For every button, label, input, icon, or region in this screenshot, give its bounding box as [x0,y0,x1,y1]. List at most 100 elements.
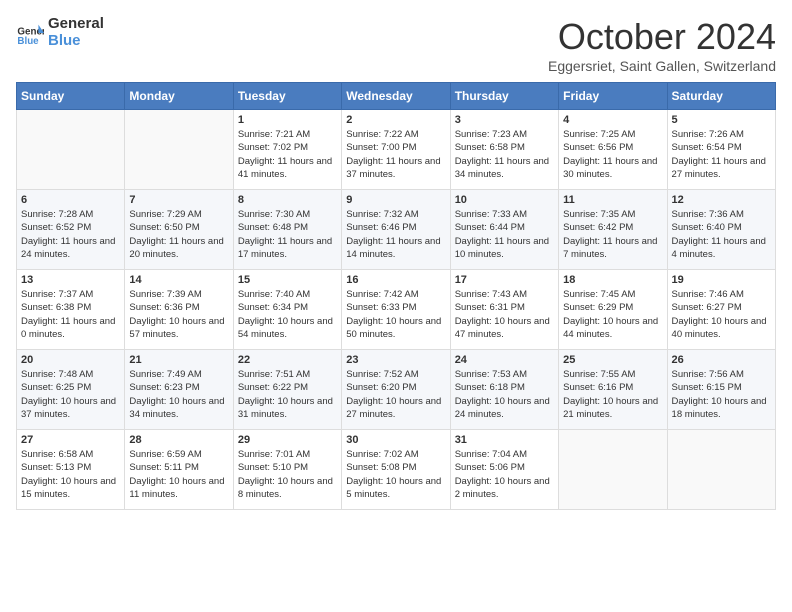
calendar-cell [17,110,125,190]
day-number: 30 [346,434,445,446]
day-info: Sunrise: 7:53 AMSunset: 6:18 PMDaylight:… [455,368,554,421]
weekday-header-sunday: Sunday [17,83,125,110]
day-number: 11 [563,194,662,206]
calendar-cell: 22 Sunrise: 7:51 AMSunset: 6:22 PMDayligh… [233,350,341,430]
svg-text:Blue: Blue [17,36,39,47]
day-info: Sunrise: 7:29 AMSunset: 6:50 PMDaylight:… [129,208,228,261]
day-info: Sunrise: 7:39 AMSunset: 6:36 PMDaylight:… [129,288,228,341]
calendar-cell: 7Sunrise: 7:29 AMSunset: 6:50 PMDaylight… [125,190,233,270]
calendar-cell: 4 Sunrise: 7:25 AMSunset: 6:56 PMDaylight… [559,110,667,190]
day-info: Sunrise: 7:02 AMSunset: 5:08 PMDaylight:… [346,448,445,501]
calendar-cell: 18Sunrise: 7:45 AMSunset: 6:29 PMDayligh… [559,270,667,350]
calendar-cell: 16Sunrise: 7:42 AMSunset: 6:33 PMDayligh… [342,270,450,350]
day-info: Sunrise: 7:52 AMSunset: 6:20 PMDaylight:… [346,368,445,421]
day-number: 22 [238,354,337,366]
day-info: Sunrise: 7:04 AMSunset: 5:06 PMDaylight:… [455,448,554,501]
calendar-cell: 10 Sunrise: 7:33 AMSunset: 6:44 PMDayligh… [450,190,558,270]
weekday-header-wednesday: Wednesday [342,83,450,110]
weekday-header-tuesday: Tuesday [233,83,341,110]
day-number: 24 [455,354,554,366]
day-number: 25 [563,354,662,366]
day-info: Sunrise: 7:21 AMSunset: 7:02 PMDaylight:… [238,128,337,181]
day-info: Sunrise: 7:43 AMSunset: 6:31 PMDaylight:… [455,288,554,341]
day-info: Sunrise: 7:56 AMSunset: 6:15 PMDaylight:… [672,368,771,421]
day-number: 4 [563,114,662,126]
weekday-header-saturday: Saturday [667,83,775,110]
calendar-cell [125,110,233,190]
day-info: Sunrise: 7:25 AMSunset: 6:56 PMDaylight:… [563,128,662,181]
calendar-header-row: SundayMondayTuesdayWednesdayThursdayFrid… [17,83,776,110]
day-info: Sunrise: 7:28 AMSunset: 6:52 PMDaylight:… [21,208,120,261]
calendar-cell: 2Sunrise: 7:22 AMSunset: 7:00 PMDaylight… [342,110,450,190]
calendar-cell: 11 Sunrise: 7:35 AMSunset: 6:42 PMDayligh… [559,190,667,270]
day-info: Sunrise: 7:46 AMSunset: 6:27 PMDaylight:… [672,288,771,341]
day-info: Sunrise: 7:49 AMSunset: 6:23 PMDaylight:… [129,368,228,421]
month-title: October 2024 [548,16,776,58]
calendar-cell: 30 Sunrise: 7:02 AMSunset: 5:08 PMDayligh… [342,430,450,510]
day-number: 14 [129,274,228,286]
day-info: Sunrise: 7:51 AMSunset: 6:22 PMDaylight:… [238,368,337,421]
calendar-cell: 31 Sunrise: 7:04 AMSunset: 5:06 PMDayligh… [450,430,558,510]
day-info: Sunrise: 7:32 AMSunset: 6:46 PMDaylight:… [346,208,445,261]
day-info: Sunrise: 6:59 AMSunset: 5:11 PMDaylight:… [129,448,228,501]
calendar-cell: 17 Sunrise: 7:43 AMSunset: 6:31 PMDayligh… [450,270,558,350]
day-info: Sunrise: 7:55 AMSunset: 6:16 PMDaylight:… [563,368,662,421]
logo-blue: Blue [48,33,104,50]
day-number: 23 [346,354,445,366]
day-info: Sunrise: 7:40 AMSunset: 6:34 PMDaylight:… [238,288,337,341]
calendar-cell: 29Sunrise: 7:01 AMSunset: 5:10 PMDayligh… [233,430,341,510]
calendar-cell: 13Sunrise: 7:37 AMSunset: 6:38 PMDayligh… [17,270,125,350]
calendar-week-5: 27 Sunrise: 6:58 AMSunset: 5:13 PMDayligh… [17,430,776,510]
day-info: Sunrise: 7:35 AMSunset: 6:42 PMDaylight:… [563,208,662,261]
calendar-cell: 12Sunrise: 7:36 AMSunset: 6:40 PMDayligh… [667,190,775,270]
calendar-cell: 24 Sunrise: 7:53 AMSunset: 6:18 PMDayligh… [450,350,558,430]
calendar-cell: 3 Sunrise: 7:23 AMSunset: 6:58 PMDaylight… [450,110,558,190]
day-info: Sunrise: 7:01 AMSunset: 5:10 PMDaylight:… [238,448,337,501]
day-number: 31 [455,434,554,446]
calendar-cell: 20 Sunrise: 7:48 AMSunset: 6:25 PMDayligh… [17,350,125,430]
day-info: Sunrise: 7:48 AMSunset: 6:25 PMDaylight:… [21,368,120,421]
calendar-cell: 5Sunrise: 7:26 AMSunset: 6:54 PMDaylight… [667,110,775,190]
day-number: 3 [455,114,554,126]
day-number: 17 [455,274,554,286]
calendar-cell: 25 Sunrise: 7:55 AMSunset: 6:16 PMDayligh… [559,350,667,430]
day-info: Sunrise: 7:36 AMSunset: 6:40 PMDaylight:… [672,208,771,261]
day-info: Sunrise: 7:22 AMSunset: 7:00 PMDaylight:… [346,128,445,181]
day-number: 19 [672,274,771,286]
day-info: Sunrise: 6:58 AMSunset: 5:13 PMDaylight:… [21,448,120,501]
day-number: 28 [129,434,228,446]
day-number: 8 [238,194,337,206]
day-number: 1 [238,114,337,126]
day-number: 13 [21,274,120,286]
calendar-cell [667,430,775,510]
day-info: Sunrise: 7:45 AMSunset: 6:29 PMDaylight:… [563,288,662,341]
calendar-cell: 27 Sunrise: 6:58 AMSunset: 5:13 PMDayligh… [17,430,125,510]
calendar-cell: 21Sunrise: 7:49 AMSunset: 6:23 PMDayligh… [125,350,233,430]
day-number: 5 [672,114,771,126]
weekday-header-friday: Friday [559,83,667,110]
logo-icon: General Blue [16,19,44,47]
page-header: General Blue General Blue October 2024 E… [16,16,776,74]
logo-general: General [48,16,104,33]
day-number: 9 [346,194,445,206]
calendar-week-3: 13Sunrise: 7:37 AMSunset: 6:38 PMDayligh… [17,270,776,350]
day-info: Sunrise: 7:33 AMSunset: 6:44 PMDaylight:… [455,208,554,261]
calendar-cell [559,430,667,510]
calendar-cell: 28 Sunrise: 6:59 AMSunset: 5:11 PMDayligh… [125,430,233,510]
day-number: 26 [672,354,771,366]
day-number: 6 [21,194,120,206]
calendar-table: SundayMondayTuesdayWednesdayThursdayFrid… [16,82,776,510]
day-number: 10 [455,194,554,206]
day-number: 15 [238,274,337,286]
calendar-cell: 1 Sunrise: 7:21 AMSunset: 7:02 PMDaylight… [233,110,341,190]
day-info: Sunrise: 7:30 AMSunset: 6:48 PMDaylight:… [238,208,337,261]
weekday-header-monday: Monday [125,83,233,110]
title-block: October 2024 Eggersriet, Saint Gallen, S… [548,16,776,74]
calendar-cell: 15 Sunrise: 7:40 AMSunset: 6:34 PMDayligh… [233,270,341,350]
calendar-cell: 14 Sunrise: 7:39 AMSunset: 6:36 PMDayligh… [125,270,233,350]
location-subtitle: Eggersriet, Saint Gallen, Switzerland [548,58,776,74]
day-info: Sunrise: 7:42 AMSunset: 6:33 PMDaylight:… [346,288,445,341]
day-number: 20 [21,354,120,366]
day-info: Sunrise: 7:23 AMSunset: 6:58 PMDaylight:… [455,128,554,181]
day-number: 27 [21,434,120,446]
